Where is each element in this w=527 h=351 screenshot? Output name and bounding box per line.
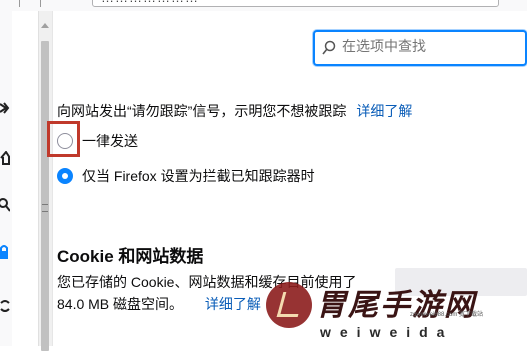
address-text: …………………	[101, 0, 199, 5]
preferences-search[interactable]	[313, 30, 527, 66]
scroll-thumb[interactable]	[41, 41, 49, 351]
watermark-mini-text: zgweiwei888.com 宽下载站	[410, 312, 484, 318]
radio-always-label: 一律发送	[82, 133, 138, 149]
watermark-badge-icon	[266, 282, 312, 328]
dnt-learn-more-link[interactable]: 详细了解	[356, 103, 412, 119]
search-input[interactable]	[342, 38, 517, 54]
dnt-option-tracker-blocking[interactable]: 仅当 Firefox 设置为拦截已知跟踪器时	[57, 166, 315, 186]
sync-icon[interactable]	[0, 299, 10, 313]
scroll-up-arrow-icon[interactable]	[41, 23, 49, 28]
cookies-size-text: 84.0 MB 磁盘空间。	[57, 296, 184, 312]
home-icon[interactable]	[0, 151, 10, 165]
preferences-sidebar	[0, 11, 12, 346]
lock-icon[interactable]	[0, 245, 10, 259]
cookies-learn-more-link[interactable]: 详细了解	[205, 296, 261, 312]
watermark-logo: 胃尾手游网 zgweiwei888.com 宽下载站 weiweida	[258, 280, 527, 346]
address-bar-area: …………………	[0, 0, 527, 11]
highlight-annotation-box	[47, 121, 80, 157]
toolbar-separator	[19, 0, 20, 7]
dnt-description-text: 向网站发出“请勿跟踪”信号，示明您不想被跟踪	[57, 103, 347, 119]
cookies-section-title: Cookie 和网站数据	[57, 247, 204, 266]
radio-tracker-blocking[interactable]	[57, 168, 73, 184]
gear-icon[interactable]	[0, 101, 10, 115]
search-icon	[322, 40, 336, 55]
scroll-grip-icon	[42, 204, 48, 212]
watermark-subtitle: weiweida	[320, 324, 454, 340]
toolbar-separator	[40, 0, 41, 7]
vertical-scrollbar[interactable]	[38, 11, 53, 351]
dnt-description: 向网站发出“请勿跟踪”信号，示明您不想被跟踪 详细了解	[57, 101, 412, 121]
address-field[interactable]: …………………	[92, 0, 499, 7]
search-icon[interactable]	[0, 198, 10, 212]
radio-tracker-blocking-label: 仅当 Firefox 设置为拦截已知跟踪器时	[82, 168, 315, 184]
